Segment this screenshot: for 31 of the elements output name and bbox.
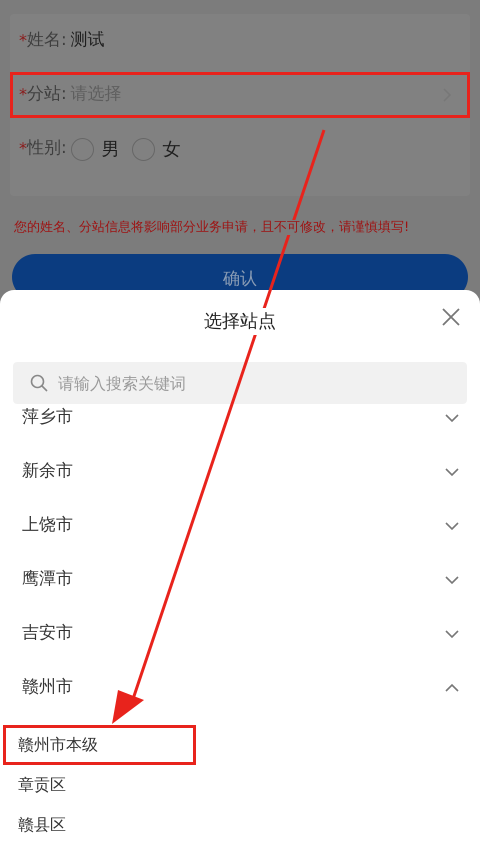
- city-item[interactable]: 新余市: [0, 445, 480, 499]
- city-item[interactable]: 萍乡市: [0, 404, 480, 445]
- city-item[interactable]: 上饶市: [0, 499, 480, 553]
- radio-label: 女: [162, 138, 181, 162]
- notice-text: 您的姓名、分站信息将影响部分业务申请，且不可修改，请谨慎填写!: [14, 220, 410, 235]
- name-value: 测试: [70, 29, 105, 52]
- radio-label: 男: [102, 138, 120, 162]
- radio-button[interactable]: [70, 138, 94, 160]
- required-mark: *: [19, 84, 27, 106]
- chevron-down-icon: [444, 466, 460, 478]
- required-mark: *: [19, 30, 27, 52]
- radio-button[interactable]: [132, 138, 155, 160]
- field-label: 姓名:: [27, 29, 67, 52]
- city-item[interactable]: 赣州市: [0, 661, 480, 715]
- chevron-down-icon: [444, 574, 460, 586]
- city-item[interactable]: 鹰潭市: [0, 553, 480, 607]
- required-mark: *: [19, 138, 27, 160]
- district-item[interactable]: 赣县区: [3, 805, 196, 842]
- district-item[interactable]: 章贡区: [3, 765, 196, 805]
- search-icon: [30, 374, 48, 392]
- chevron-down-icon: [444, 412, 460, 424]
- chevron-up-icon: [444, 682, 460, 694]
- close-icon[interactable]: [442, 308, 460, 326]
- city-item[interactable]: 吉安市: [0, 607, 480, 661]
- district-item[interactable]: 赣州市本级: [3, 725, 196, 765]
- field-label: 性别:: [27, 137, 67, 160]
- confirm-button[interactable]: 确认: [12, 254, 468, 290]
- field-label: 分站:: [27, 83, 67, 106]
- chevron-down-icon: [444, 628, 460, 640]
- chevron-down-icon: [444, 520, 460, 532]
- search-field[interactable]: 请输入搜索关键词: [13, 362, 467, 404]
